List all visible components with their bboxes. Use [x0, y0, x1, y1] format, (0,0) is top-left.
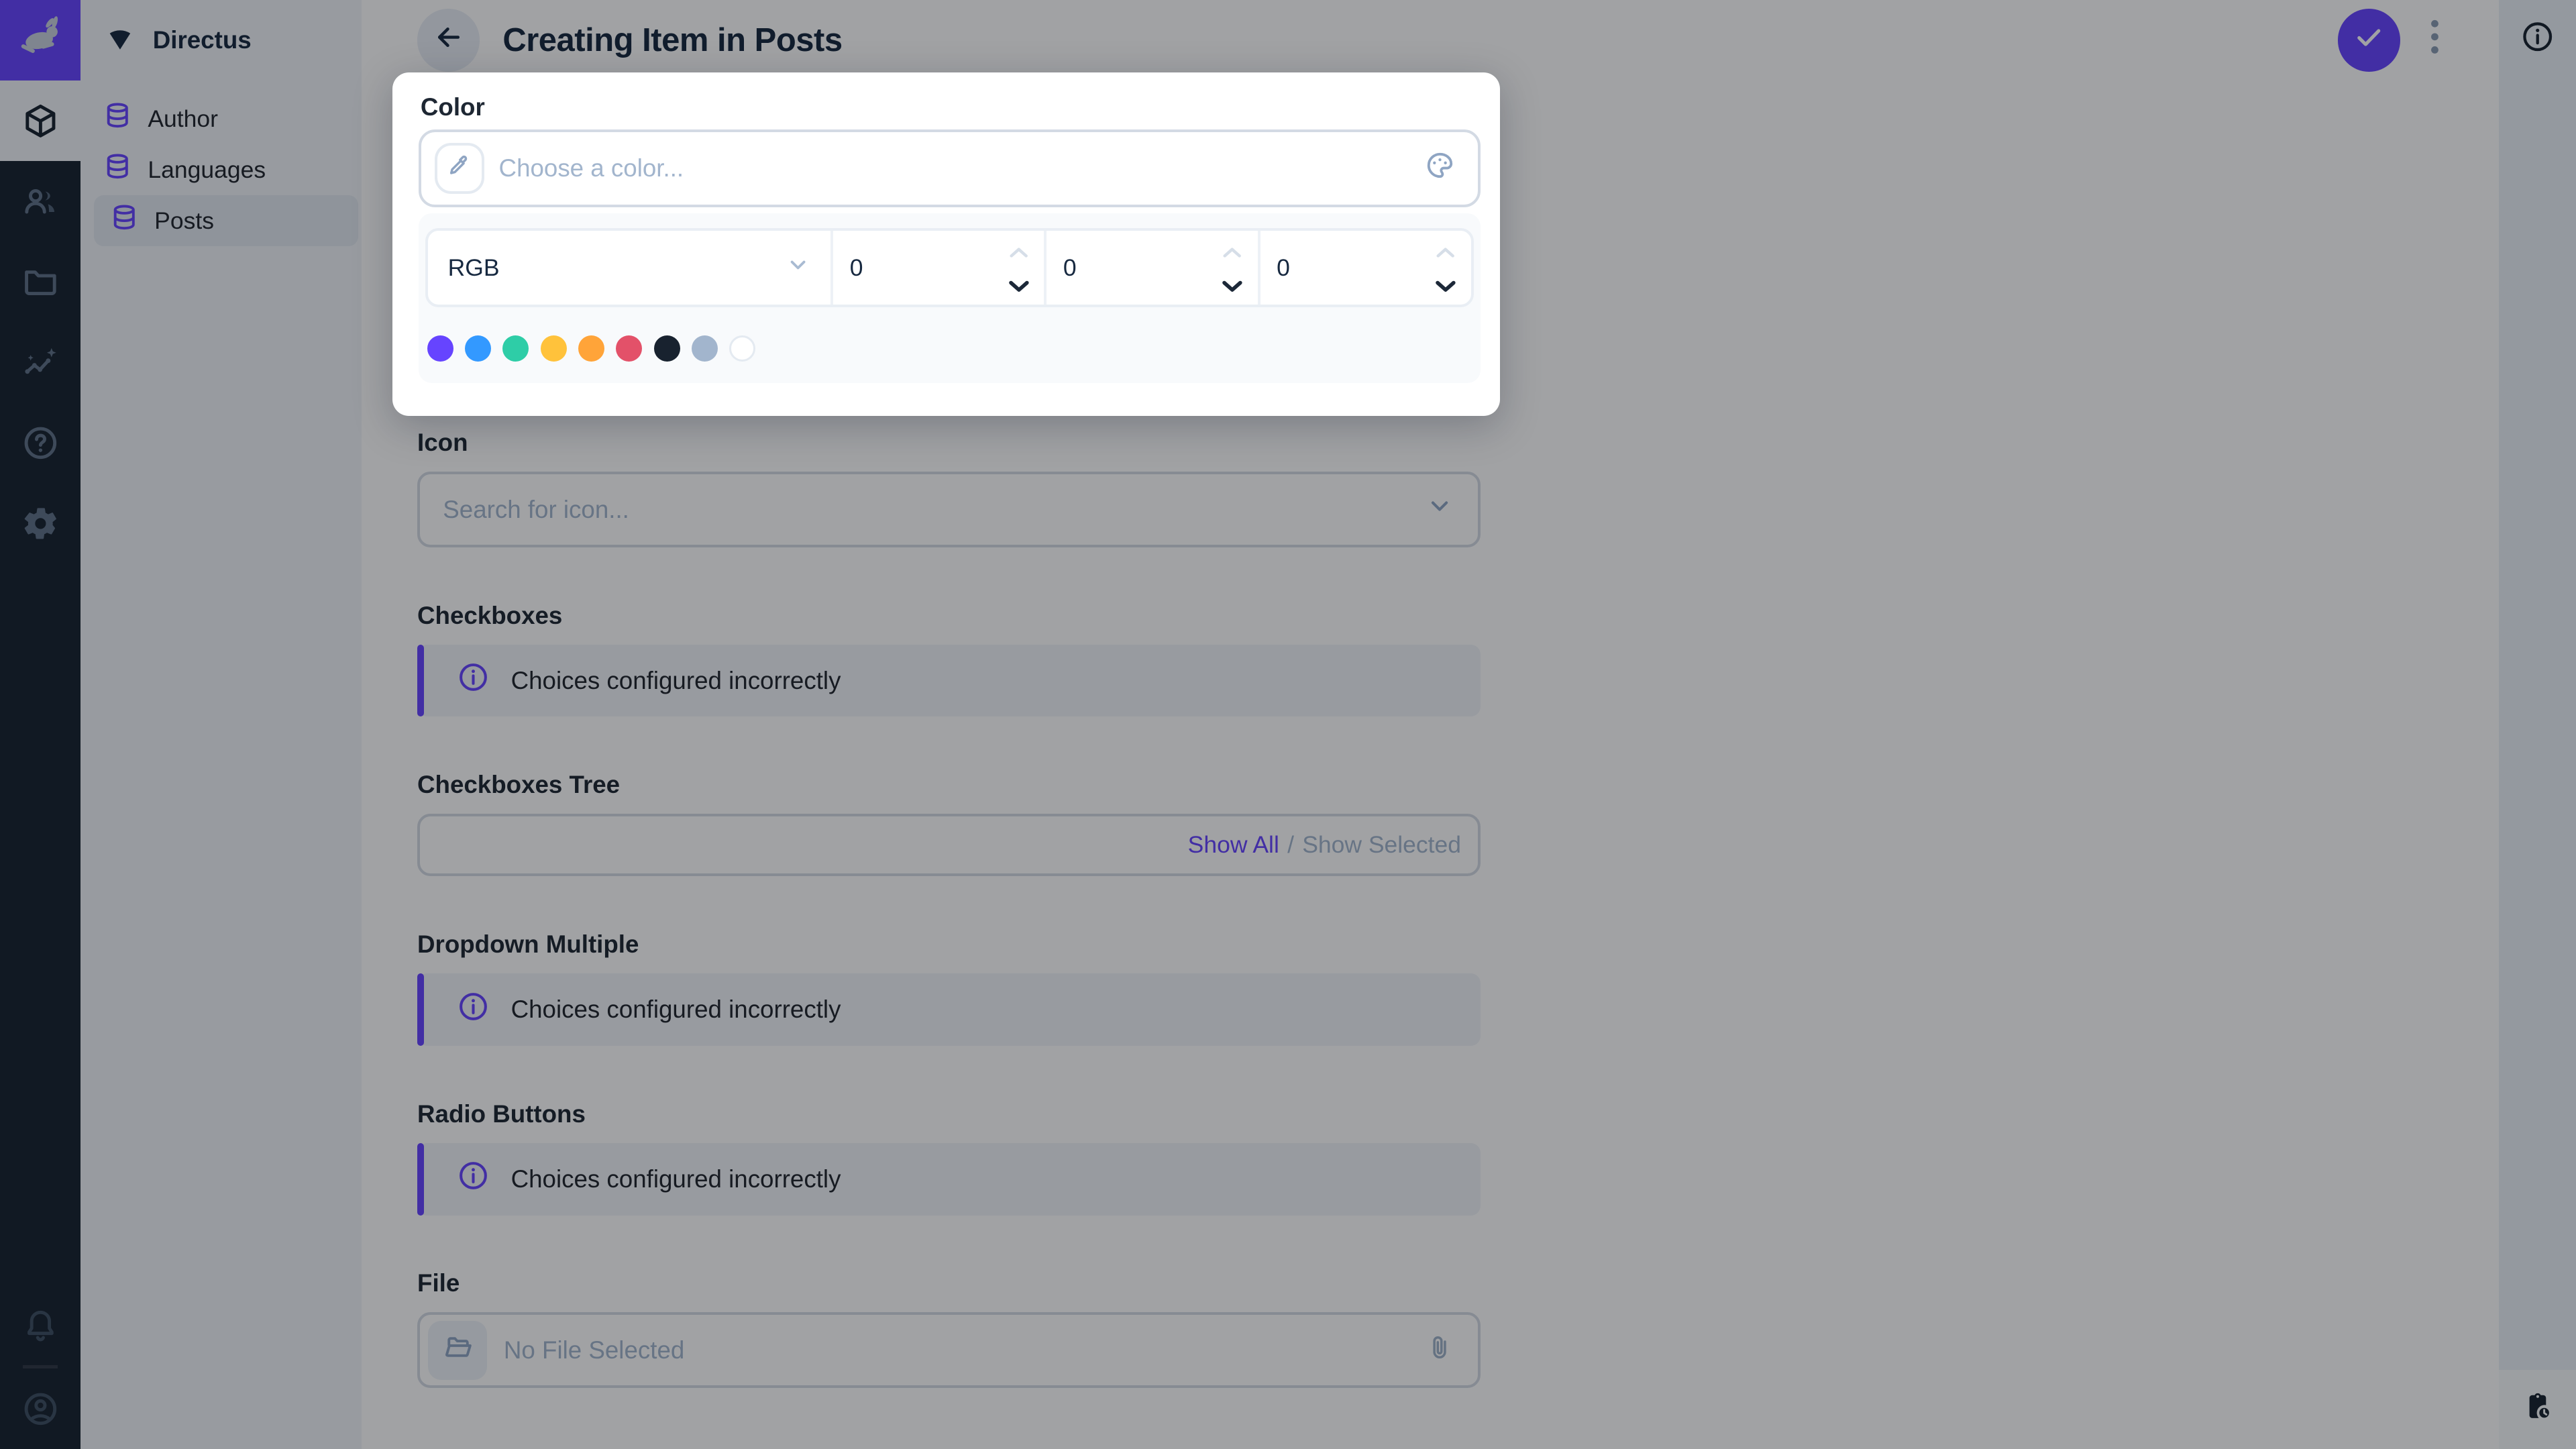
field-label: Color: [420, 93, 485, 121]
palette-icon[interactable]: [1424, 149, 1456, 189]
channel-b-field[interactable]: [1277, 254, 1435, 282]
color-picker-popup: Color RGB: [392, 72, 1500, 416]
channel-g-field[interactable]: [1063, 254, 1222, 282]
stepper-arrows: [1222, 235, 1243, 299]
channel-g-stepper[interactable]: [1044, 231, 1257, 305]
chevron-down-icon[interactable]: [1222, 270, 1243, 300]
stepper-arrows: [1008, 235, 1030, 299]
color-preset-swatch[interactable]: [729, 335, 756, 362]
channel-r-stepper[interactable]: [830, 231, 1044, 305]
chevron-down-icon[interactable]: [1008, 270, 1030, 300]
color-input[interactable]: [419, 129, 1481, 207]
color-presets: [425, 335, 1474, 362]
chevron-up-icon[interactable]: [1436, 235, 1455, 265]
color-value-field[interactable]: [498, 154, 1424, 182]
eyedropper-icon: [445, 151, 474, 186]
color-preset-swatch[interactable]: [465, 335, 492, 362]
color-preset-swatch[interactable]: [578, 335, 605, 362]
stepper-arrows: [1435, 235, 1456, 299]
color-preset-swatch[interactable]: [502, 335, 529, 362]
channel-b-stepper[interactable]: [1257, 231, 1471, 305]
color-preset-swatch[interactable]: [691, 335, 718, 362]
directus-app: Directus Author Languages Posts Creating…: [0, 0, 2576, 1449]
eyedropper-button[interactable]: [435, 143, 484, 194]
color-picker-menu: RGB: [419, 213, 1481, 383]
chevron-up-icon[interactable]: [1009, 235, 1028, 265]
chevron-up-icon[interactable]: [1222, 235, 1242, 265]
color-preset-swatch[interactable]: [616, 335, 643, 362]
color-preset-swatch[interactable]: [427, 335, 453, 362]
channel-r-field[interactable]: [849, 254, 1008, 282]
color-data-inputs: RGB: [425, 228, 1474, 307]
color-mode-value: RGB: [447, 254, 500, 281]
color-preset-swatch[interactable]: [540, 335, 567, 362]
color-mode-select[interactable]: RGB: [428, 231, 830, 305]
color-preset-swatch[interactable]: [653, 335, 680, 362]
chevron-down-icon: [785, 252, 811, 284]
chevron-down-icon[interactable]: [1435, 270, 1456, 300]
